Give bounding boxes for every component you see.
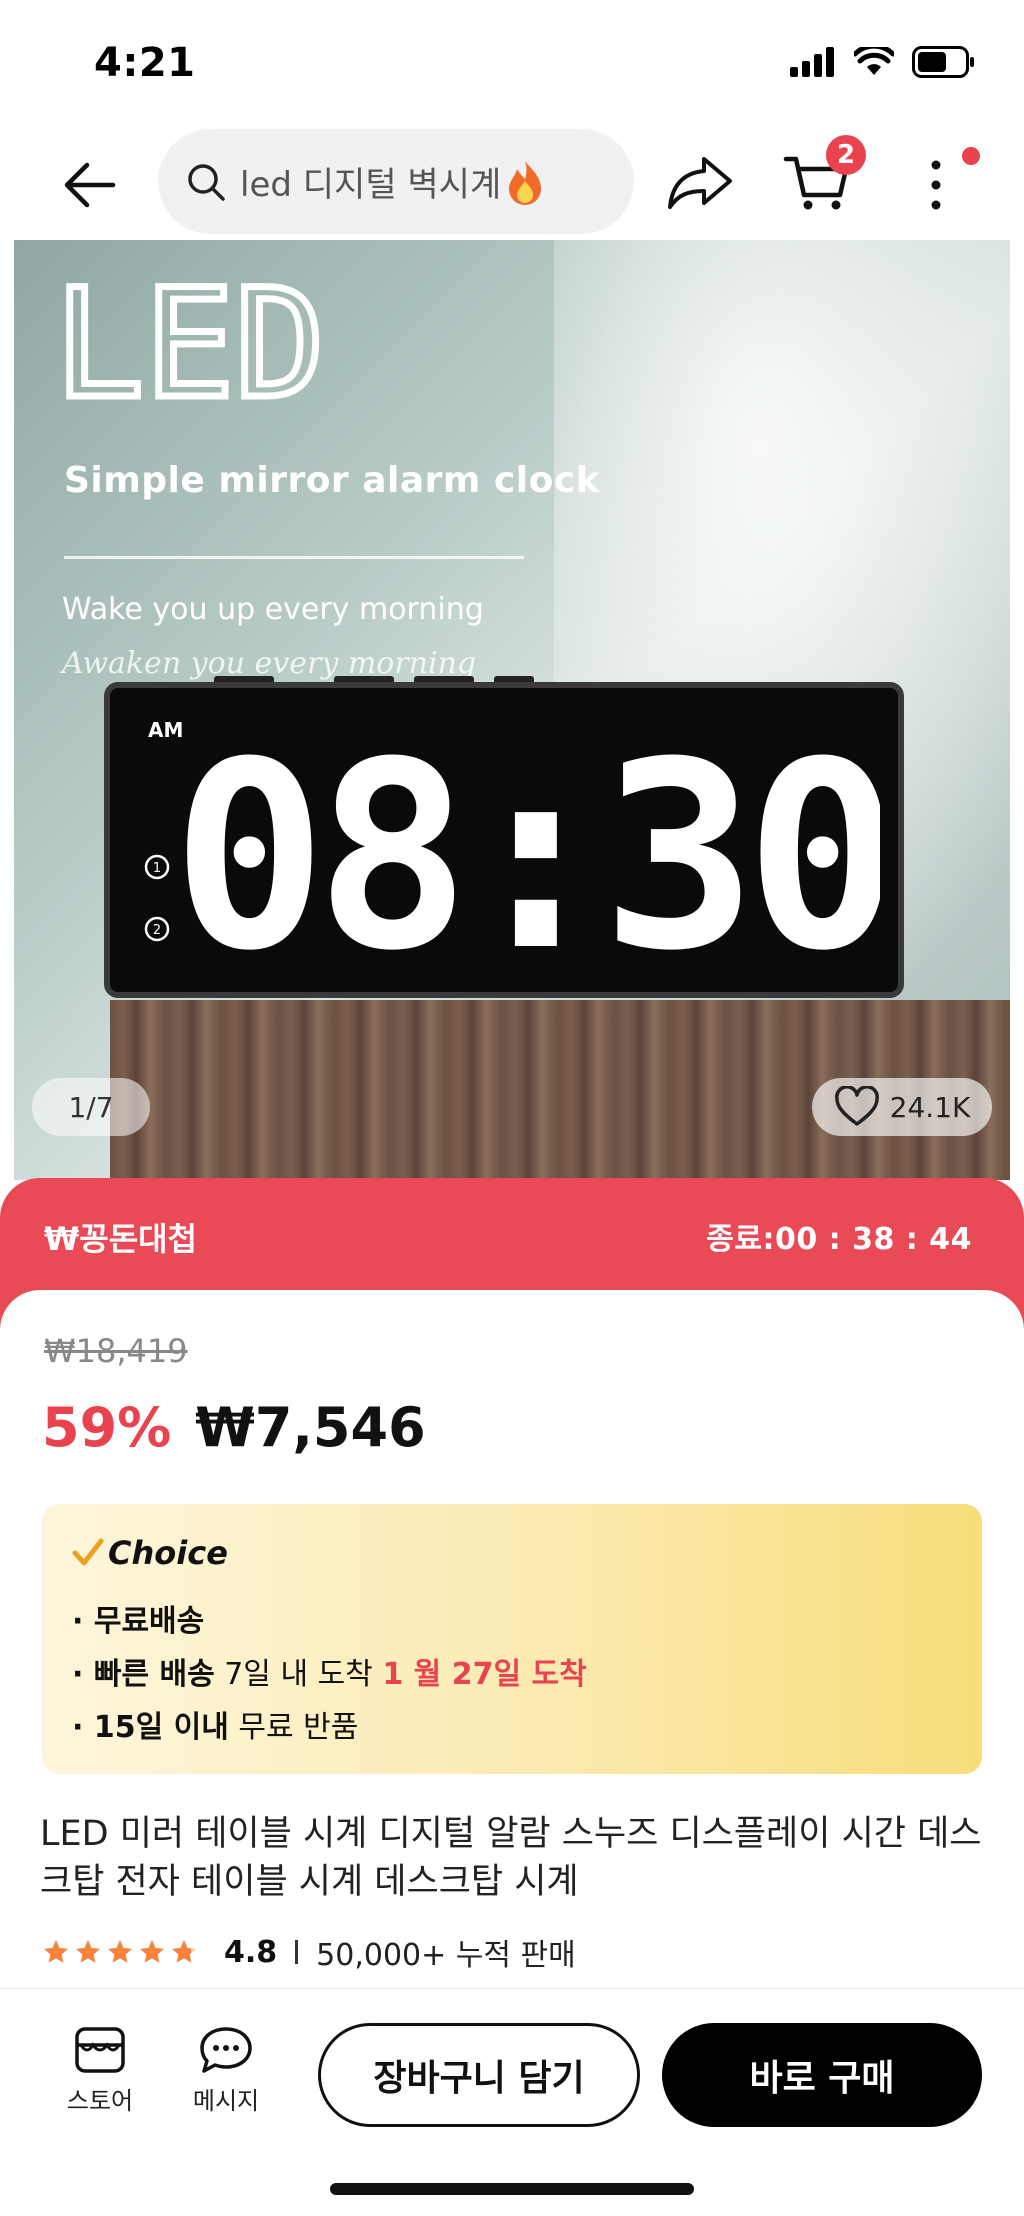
more-vertical-icon bbox=[931, 160, 941, 210]
battery-icon bbox=[912, 46, 974, 78]
rating-value: 4.8 bbox=[224, 1934, 278, 1970]
fire-icon bbox=[509, 160, 542, 205]
sale-price: ₩7,546 bbox=[195, 1396, 426, 1459]
alarm-2-icon: 2 bbox=[144, 916, 170, 942]
like-button[interactable]: 24.1K bbox=[812, 1078, 992, 1136]
star-icon bbox=[140, 1940, 164, 1963]
product-image[interactable]: LED Simple mirror alarm clock Wake you u… bbox=[14, 240, 1010, 1180]
original-price: ₩18,419 bbox=[44, 1332, 188, 1370]
message-label: 메시지 bbox=[192, 2087, 260, 2115]
clock-am-label: AM bbox=[148, 718, 184, 742]
back-arrow-icon bbox=[64, 162, 116, 208]
svg-text:08:30: 08:30 bbox=[180, 707, 880, 988]
alarm-1-icon: 1 bbox=[144, 854, 170, 880]
hero-headline: LED bbox=[54, 272, 328, 422]
share-icon bbox=[668, 157, 732, 209]
hero-subtitle: Simple mirror alarm clock bbox=[64, 460, 601, 501]
search-icon bbox=[188, 163, 225, 201]
status-time: 4:21 bbox=[94, 40, 196, 86]
star-icon bbox=[76, 1940, 100, 1963]
star-icon bbox=[108, 1940, 132, 1963]
like-count: 24.1K bbox=[889, 1090, 971, 1124]
free-shipping-line: · 무료배송 bbox=[72, 1596, 204, 1640]
hero-divider bbox=[64, 556, 524, 559]
arrival-date: 1 월 27일 도착 bbox=[382, 1657, 587, 1692]
wifi-icon bbox=[854, 47, 894, 75]
back-button[interactable] bbox=[58, 153, 122, 217]
rating-stars bbox=[42, 1938, 198, 1966]
top-nav: led 디지털 벽시계 2 bbox=[0, 125, 1024, 240]
status-bar: 4:21 bbox=[0, 0, 1024, 125]
fast-shipping-line: · 빠른 배송 7일 내 도착 1 월 27일 도착 bbox=[72, 1649, 587, 1693]
heart-icon bbox=[834, 1086, 879, 1126]
image-counter: 1/7 bbox=[32, 1078, 150, 1136]
rating-separator bbox=[295, 1940, 299, 1964]
discount-percent: 59% bbox=[42, 1396, 172, 1459]
search-input[interactable]: led 디지털 벽시계 bbox=[158, 129, 634, 234]
choice-header: Choice bbox=[72, 1534, 228, 1572]
return-line: · 15일 이내 무료 반품 bbox=[72, 1702, 358, 1746]
sold-count: 50,000+ 누적 판매 bbox=[316, 1938, 576, 1973]
buy-now-button[interactable]: 바로 구매 bbox=[662, 2023, 982, 2127]
rating-row[interactable]: 4.8 50,000+ 누적 판매 bbox=[42, 1930, 576, 1974]
store-icon bbox=[75, 2027, 125, 2073]
status-icons bbox=[790, 46, 976, 78]
message-icon bbox=[200, 2027, 252, 2073]
free-shipping-text: · 무료배송 bbox=[72, 1604, 205, 1639]
price-row: 59% ₩7,546 bbox=[42, 1396, 426, 1459]
choice-box[interactable]: Choice · 무료배송 · 빠른 배송 7일 내 도착 1 월 27일 도착… bbox=[42, 1504, 982, 1774]
fast-shipping-mid: 7일 내 도착 bbox=[214, 1657, 383, 1692]
promo-title: ₩꽁돈대첩 bbox=[44, 1220, 198, 1258]
signal-icon bbox=[790, 47, 834, 77]
svg-text:1: 1 bbox=[153, 861, 161, 876]
choice-label: Choice bbox=[108, 1534, 228, 1572]
share-button[interactable] bbox=[664, 153, 736, 213]
promo-timer: 종료:00 : 38 : 44 bbox=[706, 1222, 972, 1257]
led-clock: AM 1 2 08:30 bbox=[104, 682, 904, 998]
product-title: LED 미러 테이블 시계 디지털 알람 스누즈 디스플레이 시간 데스크탑 전… bbox=[40, 1814, 982, 1902]
notification-dot bbox=[962, 147, 980, 165]
svg-text:2: 2 bbox=[153, 923, 161, 938]
cart-badge: 2 bbox=[826, 135, 866, 175]
svg-text:LED: LED bbox=[54, 272, 325, 422]
product-info: ₩18,419 59% ₩7,546 Choice · 무료배송 · 빠른 배송… bbox=[0, 1290, 1024, 1990]
fast-shipping-prefix: · 빠른 배송 bbox=[72, 1657, 215, 1692]
star-icon bbox=[172, 1940, 196, 1963]
clock-display: 08:30 bbox=[180, 707, 880, 988]
home-indicator bbox=[330, 2183, 694, 2195]
store-tab[interactable]: 스토어 bbox=[50, 2025, 150, 2116]
checkmark-icon bbox=[72, 1538, 104, 1566]
star-icon bbox=[44, 1940, 68, 1963]
search-query: led 디지털 벽시계 bbox=[240, 165, 502, 205]
hero-tagline: Wake you up every morning bbox=[62, 592, 484, 627]
add-to-cart-button[interactable]: 장바구니 담기 bbox=[318, 2023, 640, 2127]
more-button[interactable] bbox=[912, 149, 960, 221]
bottom-bar: 스토어 메시지 장바구니 담기 바로 구매 bbox=[0, 1988, 1024, 2216]
return-prefix: · 15일 이내 bbox=[72, 1710, 229, 1745]
message-tab[interactable]: 메시지 bbox=[176, 2025, 276, 2116]
store-label: 스토어 bbox=[66, 2087, 134, 2115]
return-suffix: 무료 반품 bbox=[228, 1710, 359, 1745]
